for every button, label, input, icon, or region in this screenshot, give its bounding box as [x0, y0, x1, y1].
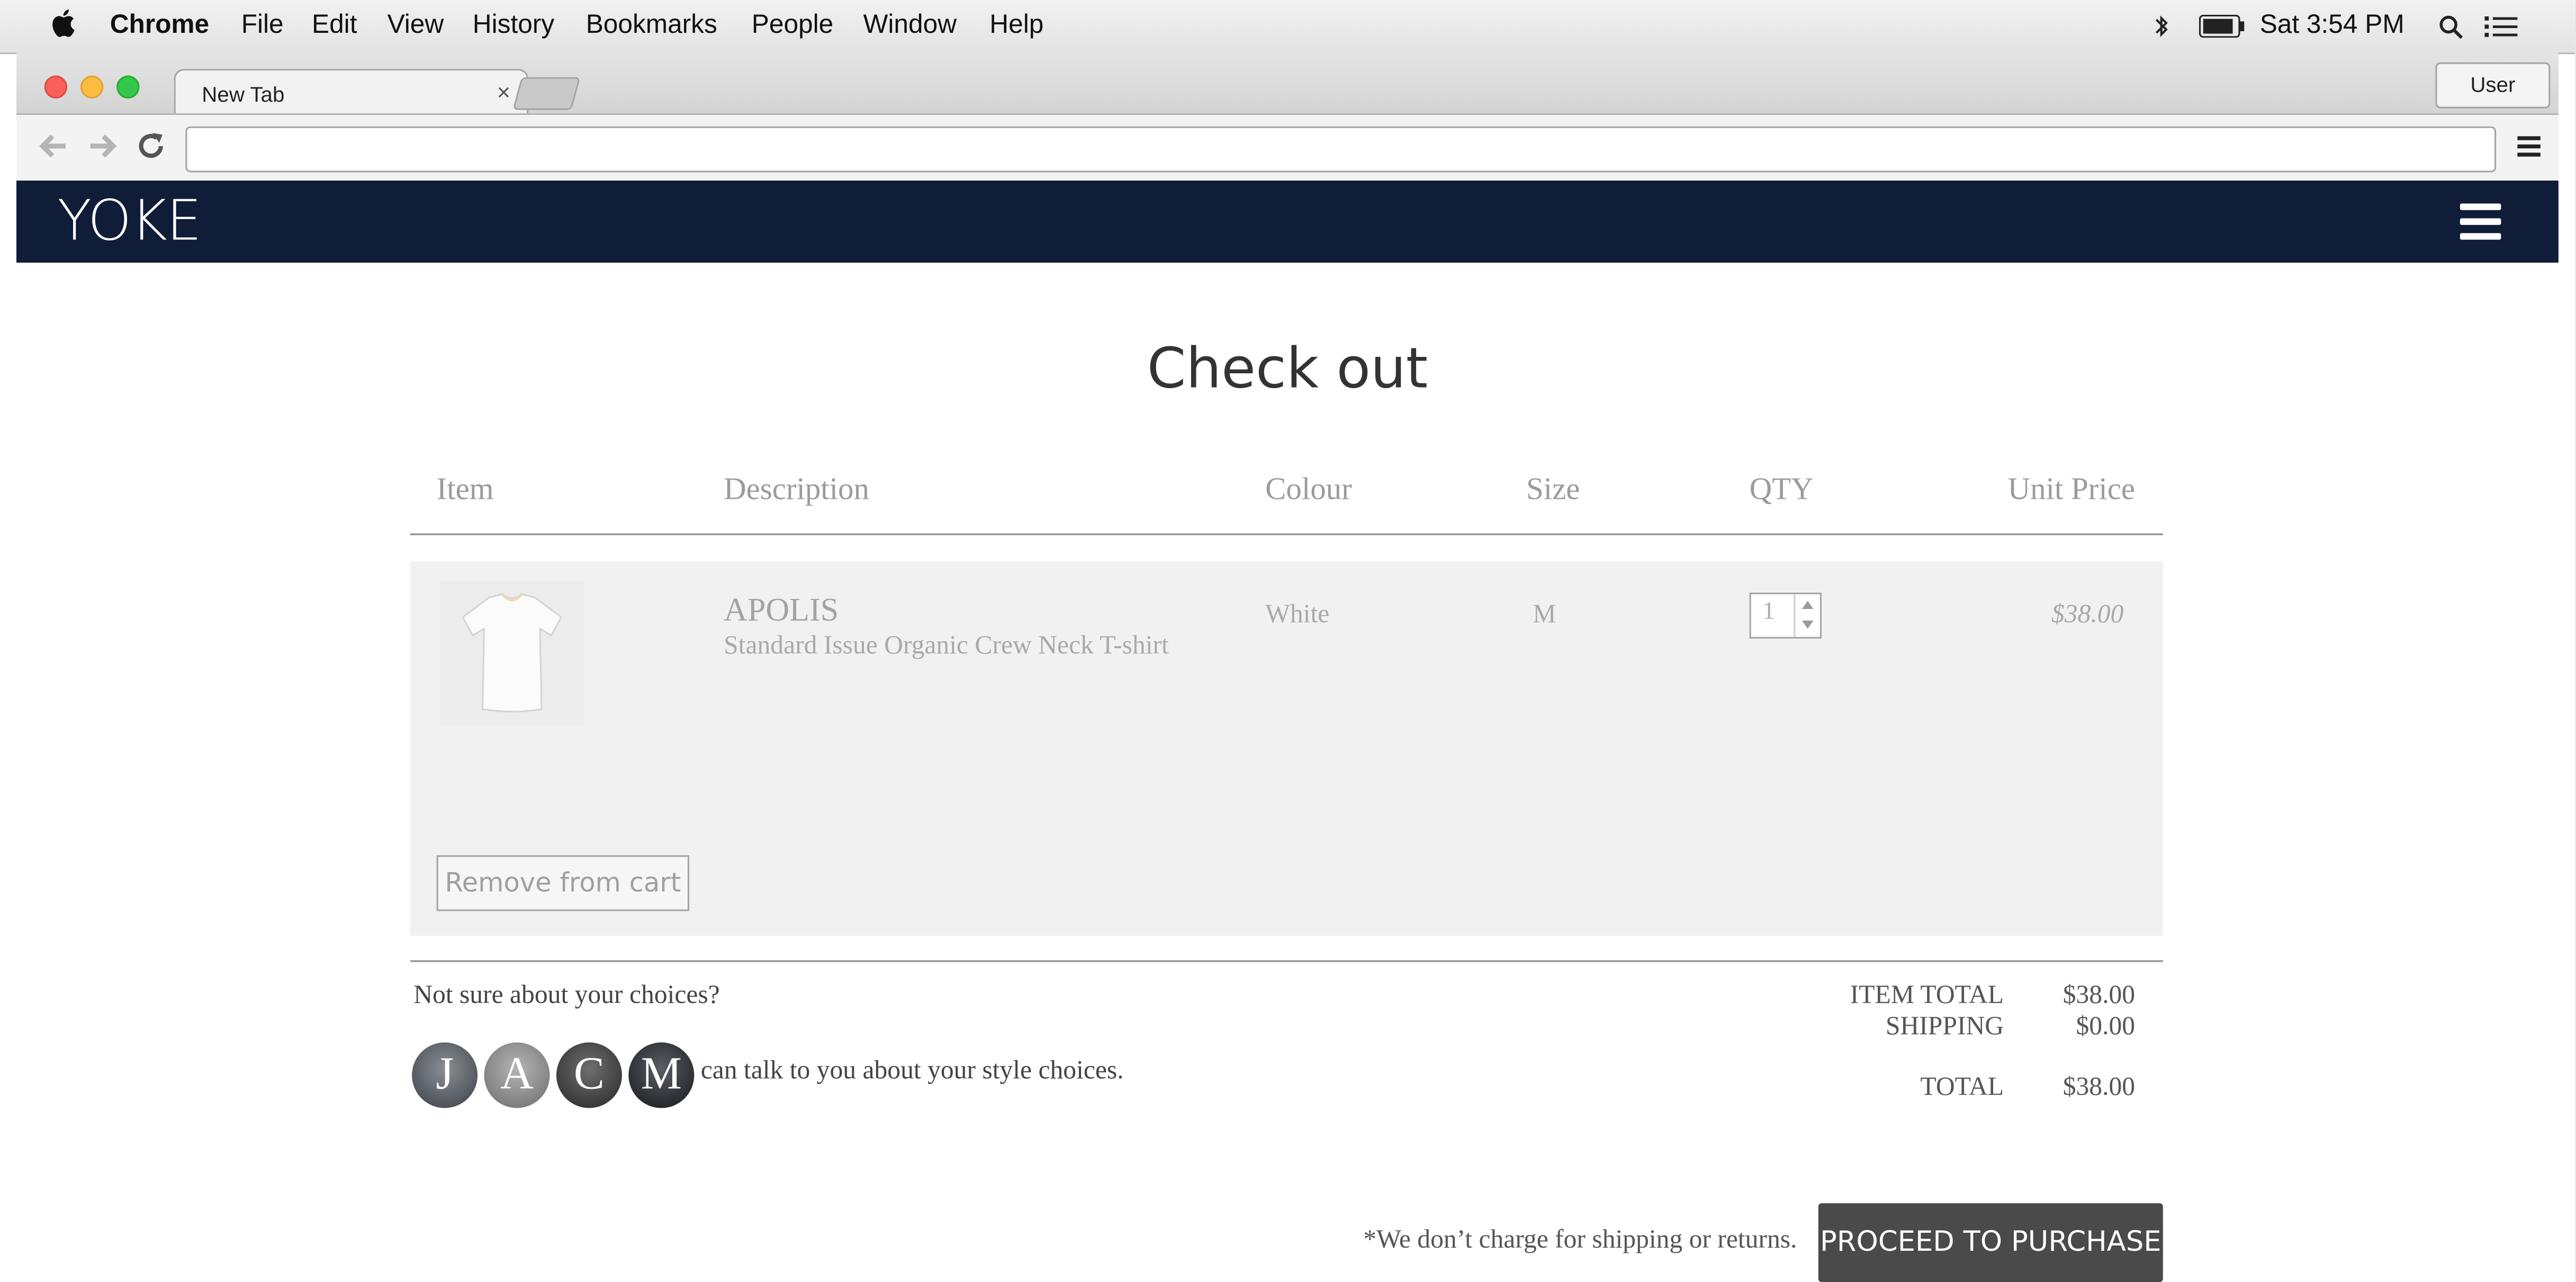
menu-people[interactable]: People — [752, 12, 833, 41]
remove-from-cart-button[interactable]: Remove from cart — [436, 855, 689, 911]
cart-item-row: APOLIS Standard Issue Organic Crew Neck … — [410, 561, 2163, 936]
screen: Chrome File Edit View History Bookmarks … — [0, 0, 2575, 1282]
stylist-help-text: can talk to you about your style choices… — [700, 1057, 1124, 1086]
menu-window[interactable]: Window — [863, 12, 957, 41]
tab-strip: New Tab × User — [16, 52, 2559, 117]
decrement-arrow-icon[interactable] — [1802, 620, 1814, 629]
unit-price: $38.00 — [2051, 600, 2124, 629]
product-description: Standard Issue Organic Crew Neck T-shirt — [724, 632, 1169, 660]
macos-menu-bar: Chrome File Edit View History Bookmarks … — [0, 0, 2575, 55]
shipping-note: *We don’t charge for shipping or returns… — [1363, 1226, 1797, 1254]
new-tab-button[interactable] — [512, 77, 581, 110]
quantity-value[interactable]: 1 — [1762, 599, 1775, 627]
column-header-size: Size — [1526, 472, 1580, 507]
bluetooth-icon[interactable] — [2153, 13, 2169, 40]
close-window-button[interactable] — [44, 75, 68, 98]
browser-toolbar — [16, 113, 2559, 183]
site-logo[interactable]: YOKE — [58, 189, 202, 255]
column-header-qty: QTY — [1749, 472, 1814, 507]
tab-new-tab[interactable]: New Tab × — [174, 69, 529, 117]
minimize-window-button[interactable] — [80, 75, 104, 98]
shipping-value: $0.00 — [2076, 1012, 2136, 1041]
forward-arrow-icon[interactable] — [85, 130, 118, 163]
item-total-label: ITEM TOTAL — [1850, 981, 2004, 1010]
user-profile-button[interactable]: User — [2435, 62, 2551, 109]
total-label: TOTAL — [1920, 1073, 2004, 1102]
stylist-avatar-m[interactable]: M — [628, 1042, 695, 1108]
menu-history[interactable]: History — [473, 12, 554, 41]
product-colour: White — [1265, 600, 1330, 629]
spotlight-search-icon[interactable] — [2439, 15, 2464, 39]
menu-edit[interactable]: Edit — [312, 12, 357, 41]
back-arrow-icon[interactable] — [38, 130, 70, 163]
menubar-clock[interactable]: Sat 3:54 PM — [2260, 12, 2404, 41]
item-total-value: $38.00 — [2062, 981, 2136, 1010]
reload-icon[interactable] — [134, 130, 167, 163]
column-header-colour: Colour — [1265, 472, 1352, 507]
proceed-to-purchase-button[interactable]: PROCEED TO PURCHASE — [1818, 1203, 2163, 1282]
total-value: $38.00 — [2062, 1073, 2136, 1102]
stylist-avatar-a[interactable]: A — [484, 1042, 550, 1108]
battery-icon[interactable] — [2199, 14, 2245, 38]
notification-center-icon[interactable] — [2484, 15, 2518, 39]
product-name[interactable]: APOLIS — [724, 593, 839, 630]
tab-title: New Tab — [202, 82, 285, 107]
apple-icon[interactable] — [49, 8, 76, 38]
product-thumbnail[interactable] — [439, 581, 584, 726]
menu-help[interactable]: Help — [989, 12, 1043, 41]
cart-bottom-divider — [410, 960, 2163, 962]
column-header-item: Item — [436, 472, 494, 507]
increment-arrow-icon[interactable] — [1802, 600, 1814, 609]
address-bar[interactable] — [185, 126, 2501, 174]
stylist-avatar-c[interactable]: C — [556, 1042, 622, 1108]
hamburger-menu-icon[interactable] — [2460, 203, 2501, 240]
menu-view[interactable]: View — [388, 12, 444, 41]
tab-close-icon[interactable]: × — [497, 79, 510, 105]
header-divider — [410, 533, 2163, 535]
help-question: Not sure about your choices? — [413, 981, 720, 1010]
address-input[interactable] — [187, 128, 2501, 174]
menu-file[interactable]: File — [241, 12, 284, 41]
zoom-window-button[interactable] — [116, 75, 140, 98]
chrome-menu-icon[interactable] — [2516, 133, 2542, 159]
tshirt-icon — [462, 593, 563, 713]
quantity-stepper[interactable]: 1 — [1749, 593, 1822, 639]
menu-bookmarks[interactable]: Bookmarks — [586, 12, 717, 41]
stylist-avatar-j[interactable]: J — [412, 1042, 478, 1108]
column-header-description: Description — [724, 472, 869, 507]
column-header-unit-price: Unit Price — [2007, 472, 2136, 507]
menu-app-chrome[interactable]: Chrome — [110, 12, 209, 41]
browser-window: New Tab × User — [16, 52, 2559, 183]
shipping-label: SHIPPING — [1885, 1012, 2004, 1041]
product-size: M — [1533, 600, 1556, 629]
page-title: Check out — [1147, 336, 1428, 402]
site-header: YOKE — [16, 181, 2559, 263]
quantity-spinner[interactable] — [1794, 594, 1820, 637]
